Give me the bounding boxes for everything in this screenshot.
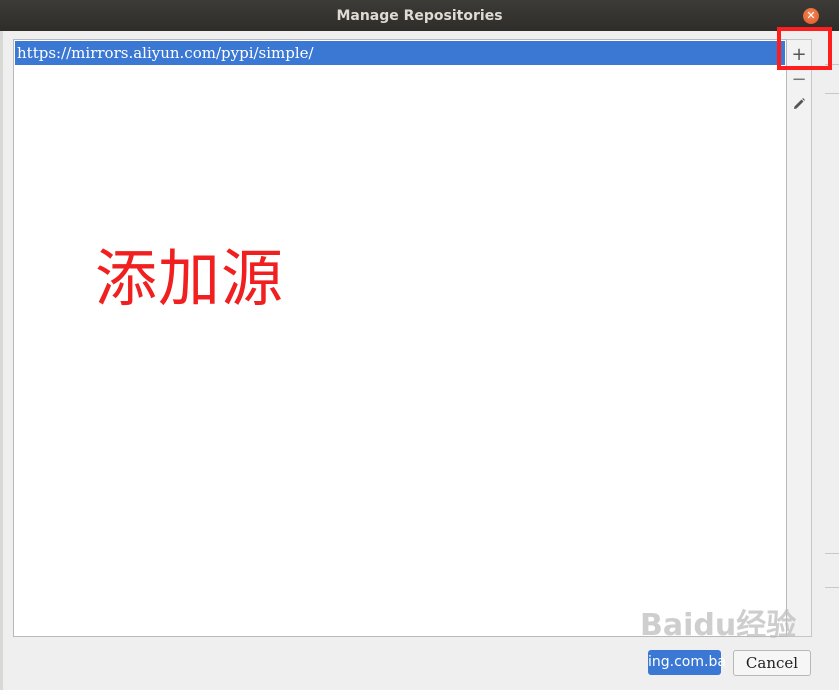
annotation-label: 添加源 <box>95 242 285 315</box>
minus-icon: − <box>791 68 807 90</box>
watermark: Baidu经验 <box>640 608 797 643</box>
highlight-box <box>777 27 832 70</box>
ok-button[interactable]: ing.com.ba <box>648 650 726 675</box>
ok-button-label: ing.com.ba <box>648 654 726 670</box>
background-line <box>825 587 839 588</box>
background-window-edge <box>0 31 3 690</box>
pencil-icon <box>794 98 805 109</box>
background-line <box>825 93 839 94</box>
repository-url: https://mirrors.aliyun.com/pypi/simple/ <box>17 44 314 62</box>
repository-toolbar: + − <box>787 39 812 637</box>
repository-list[interactable]: https://mirrors.aliyun.com/pypi/simple/ <box>13 39 787 637</box>
cancel-button[interactable]: Cancel <box>733 650 811 676</box>
repository-list-item[interactable]: https://mirrors.aliyun.com/pypi/simple/ <box>15 41 785 65</box>
remove-repository-button[interactable]: − <box>787 67 811 91</box>
edit-repository-button[interactable] <box>787 92 811 116</box>
background-line <box>825 553 839 554</box>
close-icon[interactable]: ✕ <box>803 8 819 24</box>
cancel-button-label: Cancel <box>745 654 799 672</box>
window-titlebar: Manage Repositories ✕ <box>0 0 839 31</box>
window-title: Manage Repositories <box>336 7 503 24</box>
